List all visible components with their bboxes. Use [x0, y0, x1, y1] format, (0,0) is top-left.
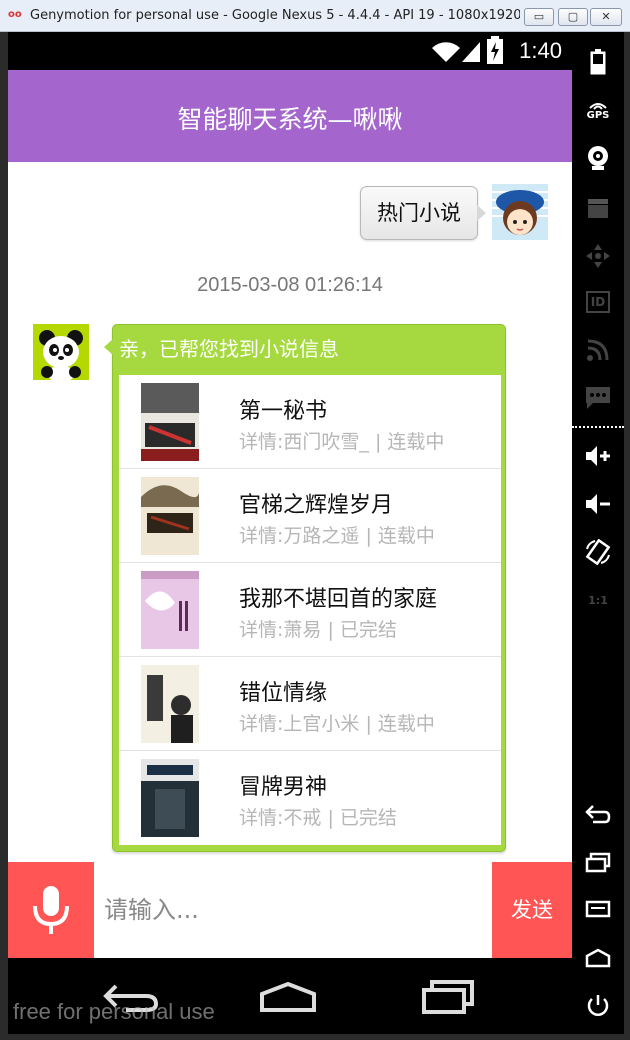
dpad-widget-button[interactable] [572, 236, 624, 276]
power-icon [587, 995, 609, 1016]
webcam-icon [588, 146, 608, 170]
app-title: 智能聊天系统—啾啾 [177, 105, 403, 134]
close-button[interactable]: ✕ [590, 8, 622, 26]
sms-widget-button[interactable] [572, 378, 624, 418]
user-avatar[interactable] [492, 184, 548, 240]
book-list[interactable]: 第一秘书 详情:西门吹雪_ | 连载中 官梯之辉煌岁月 详情:万路之遥 | 连载… [119, 375, 501, 845]
recents-icon[interactable] [420, 976, 476, 1016]
cast-widget-button[interactable] [572, 330, 624, 370]
user-message-text: 热门小说 [377, 201, 461, 225]
scale-button[interactable]: 1:1 [572, 580, 624, 620]
book-cover [141, 383, 199, 461]
message-timestamp: 2015-03-08 01:26:14 [197, 274, 383, 296]
book-cover [141, 477, 199, 555]
battery-widget-button[interactable] [572, 42, 624, 82]
side-back-button[interactable] [572, 794, 624, 834]
book-item[interactable]: 冒牌男神 详情:不戒 | 已完结 [119, 751, 501, 845]
book-item[interactable]: 第一秘书 详情:西门吹雪_ | 连载中 [119, 375, 501, 469]
side-home-button[interactable] [572, 938, 624, 978]
power-button[interactable] [572, 986, 624, 1026]
rotate-button[interactable] [572, 532, 624, 572]
bot-message-bubble: 亲，已帮您找到小说信息 第一秘书 详情:西门吹雪_ | 连载中 官梯之辉煌岁月 [104, 324, 506, 852]
clapperboard-icon [588, 199, 608, 218]
book-title: 官梯之辉煌岁月 [239, 493, 394, 518]
book-title: 冒牌男神 [239, 775, 328, 800]
girl-avatar-icon [492, 184, 548, 240]
bubble-tail [477, 205, 486, 221]
bot-avatar[interactable] [33, 324, 89, 380]
book-cover [141, 759, 199, 837]
capture-widget-button[interactable] [572, 188, 624, 228]
book-title: 第一秘书 [239, 399, 328, 424]
rss-icon [587, 339, 609, 361]
watermark: free for personal use [13, 999, 215, 1024]
book-title: 我那不堪回首的家庭 [239, 587, 438, 612]
side-recents-button[interactable] [572, 842, 624, 882]
volume-up-icon [586, 446, 610, 466]
rotate-icon [585, 539, 611, 565]
status-bar: 1:40 [8, 32, 572, 70]
home-icon[interactable] [258, 980, 318, 1014]
volume-down-button[interactable] [572, 484, 624, 524]
clock: 1:40 [519, 38, 562, 63]
volume-up-button[interactable] [572, 436, 624, 476]
gps-widget-button[interactable]: GPS [572, 90, 624, 130]
app-bar: 智能聊天系统—啾啾 [8, 70, 572, 162]
home-icon [585, 948, 611, 968]
recents-icon [585, 852, 611, 873]
book-cover [141, 571, 199, 649]
gps-label: GPS [586, 109, 610, 121]
bubble-tail [104, 339, 113, 355]
mic-button[interactable] [8, 862, 94, 958]
emulator-window: oo Genymotion for personal use - Google … [0, 0, 630, 1040]
book-cover [141, 665, 199, 743]
input-bar: 发送 [8, 862, 572, 958]
book-detail: 详情:西门吹雪_ | 连载中 [239, 431, 445, 453]
dpad-icon [586, 244, 610, 268]
battery-icon [487, 36, 503, 64]
send-button[interactable]: 发送 [492, 862, 572, 958]
book-item[interactable]: 官梯之辉煌岁月 详情:万路之遥 | 连载中 [119, 469, 501, 563]
chat-area[interactable]: 热门小说 2015-03-08 01:26:14 亲，已帮您找到小说信息 第一秘… [8, 162, 572, 862]
webcam-widget-button[interactable] [572, 138, 624, 178]
battery-icon [590, 49, 606, 75]
device-screen: 1:40 智能聊天系统—啾啾 热门小说 2015-03-08 01:26:14 … [8, 32, 572, 1034]
panel-divider [572, 426, 624, 428]
book-item[interactable]: 错位情缘 详情:上官小米 | 连载中 [119, 657, 501, 751]
window-title: Genymotion for personal use - Google Nex… [30, 8, 520, 23]
maximize-button[interactable]: ▢ [558, 8, 588, 26]
bot-reply-text: 亲，已帮您找到小说信息 [119, 337, 339, 361]
book-detail: 详情:上官小米 | 连载中 [239, 713, 435, 735]
wifi-icon [432, 42, 460, 62]
user-message-bubble[interactable]: 热门小说 [360, 186, 486, 240]
book-detail: 详情:万路之遥 | 连载中 [239, 525, 435, 547]
message-input[interactable] [94, 862, 492, 958]
genymotion-logo: oo [8, 9, 22, 20]
id-widget-button[interactable]: ID [572, 282, 624, 322]
book-item[interactable]: 我那不堪回首的家庭 详情:萧易 | 已完结 [119, 563, 501, 657]
side-menu-button[interactable] [572, 890, 624, 930]
menu-icon [585, 900, 611, 918]
book-title: 错位情缘 [239, 681, 328, 706]
emulator-side-panel: GPS ID 1:1 [572, 32, 624, 1034]
minimize-button[interactable]: ▭ [524, 8, 554, 26]
back-icon [585, 805, 611, 824]
message-icon [586, 387, 610, 409]
book-detail: 详情:不戒 | 已完结 [239, 807, 397, 829]
book-detail: 详情:萧易 | 已完结 [239, 619, 397, 641]
volume-down-icon [586, 494, 610, 514]
window-titlebar: oo Genymotion for personal use - Google … [0, 0, 630, 32]
panda-avatar-icon [33, 324, 89, 380]
signal-icon [462, 42, 480, 62]
microphone-icon [33, 886, 69, 934]
scale-label: 1:1 [588, 593, 608, 607]
id-label: ID [586, 291, 610, 313]
gps-icon [589, 102, 607, 110]
